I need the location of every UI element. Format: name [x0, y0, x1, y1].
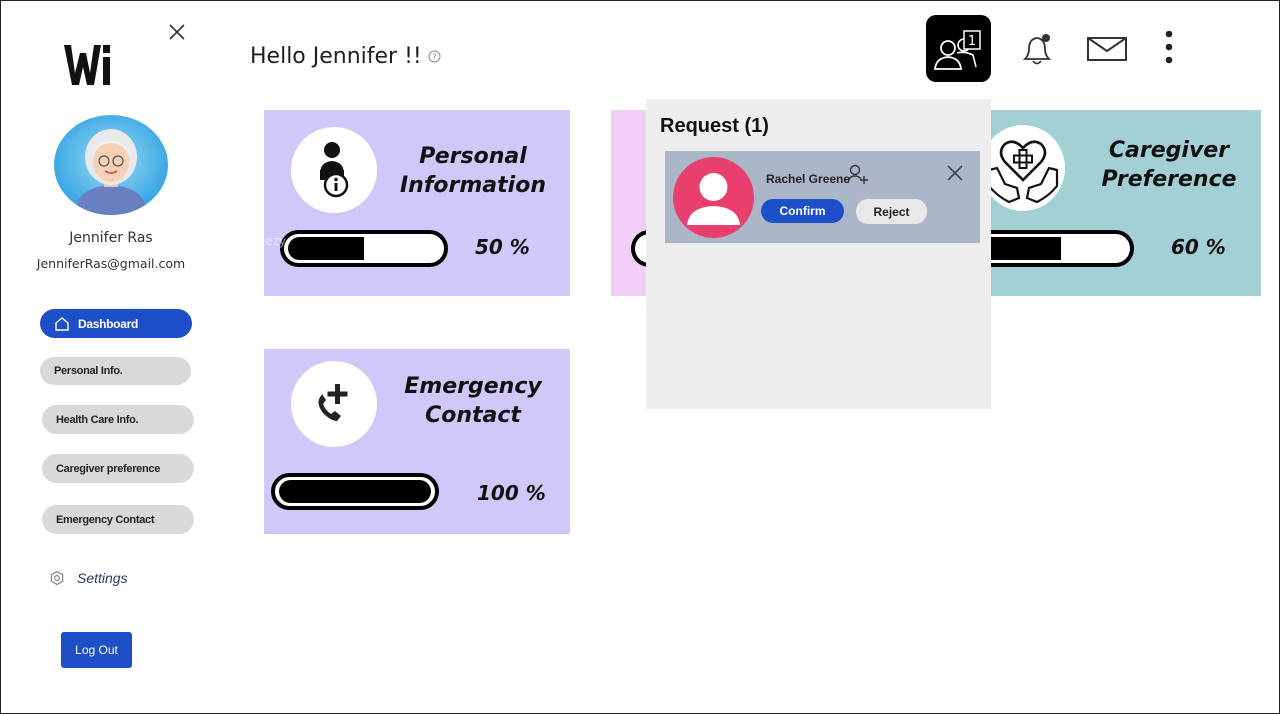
- help-icon[interactable]: ?: [428, 50, 441, 63]
- caregiver-pref-title-line1: Caregiver: [1108, 138, 1230, 163]
- personal-info-title: Personal Information: [384, 142, 562, 200]
- emergency-contact-progress-fill: [279, 480, 431, 503]
- personal-info-progress: [280, 230, 448, 267]
- logout-button[interactable]: Log Out: [61, 632, 132, 668]
- svg-text:?: ?: [432, 53, 436, 62]
- personal-info-title-line2: Information: [400, 173, 546, 198]
- emergency-contact-title-line1: Emergency: [404, 374, 542, 399]
- user-email: JenniferRas@gmail.com: [36, 256, 186, 271]
- nav-emergency-contact-label: Emergency Contact: [56, 513, 155, 526]
- nav-emergency-contact[interactable]: Emergency Contact: [42, 505, 194, 534]
- nav-dashboard-label: Dashboard: [78, 316, 138, 331]
- nav-dashboard[interactable]: Dashboard: [40, 309, 192, 338]
- nav-health-care-info-label: Health Care Info.: [56, 413, 139, 426]
- home-icon: [55, 316, 69, 331]
- app-logo: [61, 39, 113, 89]
- personal-info-card[interactable]: Personal Information Vecteezy 50 %: [232, 110, 570, 296]
- nav-caregiver-preference-label: Caregiver preference: [56, 462, 161, 475]
- bell-icon[interactable]: [1017, 29, 1057, 69]
- more-icon[interactable]: [1157, 28, 1181, 68]
- phone-plus-icon: [291, 361, 377, 447]
- settings-link[interactable]: Settings: [49, 567, 128, 589]
- request-count-badge: 1: [968, 34, 976, 49]
- confirm-button[interactable]: Confirm: [761, 199, 844, 223]
- mail-icon[interactable]: [1085, 34, 1129, 64]
- page-title: Hello Jennifer !! ?: [250, 44, 441, 69]
- caregiver-pref-title-line2: Preference: [1101, 167, 1237, 192]
- settings-label: Settings: [77, 570, 128, 586]
- nav-health-care-info[interactable]: Health Care Info.: [42, 405, 194, 434]
- emergency-contact-title-line2: Contact: [425, 403, 521, 428]
- user-name: Jennifer Ras: [69, 230, 153, 246]
- personal-info-percent: 50 %: [475, 235, 530, 259]
- caregiver-pref-card[interactable]: Caregiver Preference 60 %: [956, 110, 1261, 296]
- request-icon: 1: [934, 30, 981, 70]
- emergency-contact-card[interactable]: Emergency Contact 100 %: [264, 349, 570, 534]
- close-request-icon[interactable]: [945, 163, 965, 183]
- emergency-contact-progress: [271, 473, 439, 510]
- caregiver-pref-percent: 60 %: [1171, 235, 1226, 259]
- greeting-text: Hello Jennifer !!: [250, 44, 422, 69]
- add-user-icon: [846, 164, 870, 186]
- emergency-contact-percent: 100 %: [477, 481, 546, 505]
- watermark-text: Vecteezy: [232, 234, 287, 248]
- request-popup-title: Request (1): [660, 115, 769, 137]
- heart-hands-icon: [981, 125, 1065, 211]
- request-button[interactable]: 1: [926, 15, 991, 82]
- avatar: [54, 115, 168, 215]
- settings-icon: [50, 570, 64, 586]
- requester-avatar: [673, 157, 754, 238]
- caregiver-pref-title: Caregiver Preference: [1084, 136, 1254, 194]
- person-info-icon: [291, 127, 377, 213]
- personal-info-progress-fill: [288, 237, 364, 260]
- reject-button[interactable]: Reject: [856, 199, 927, 224]
- nav-personal-info-label: Personal Info.: [54, 365, 123, 377]
- health-care-card[interactable]: [611, 110, 691, 296]
- nav-personal-info[interactable]: Personal Info.: [40, 357, 191, 385]
- emergency-contact-title: Emergency Contact: [384, 372, 562, 430]
- requester-name: Rachel Greene: [766, 172, 851, 186]
- personal-info-title-line1: Personal: [419, 144, 527, 169]
- close-icon[interactable]: [167, 22, 187, 42]
- nav-caregiver-preference[interactable]: Caregiver preference: [42, 454, 194, 483]
- request-popup: [646, 99, 991, 409]
